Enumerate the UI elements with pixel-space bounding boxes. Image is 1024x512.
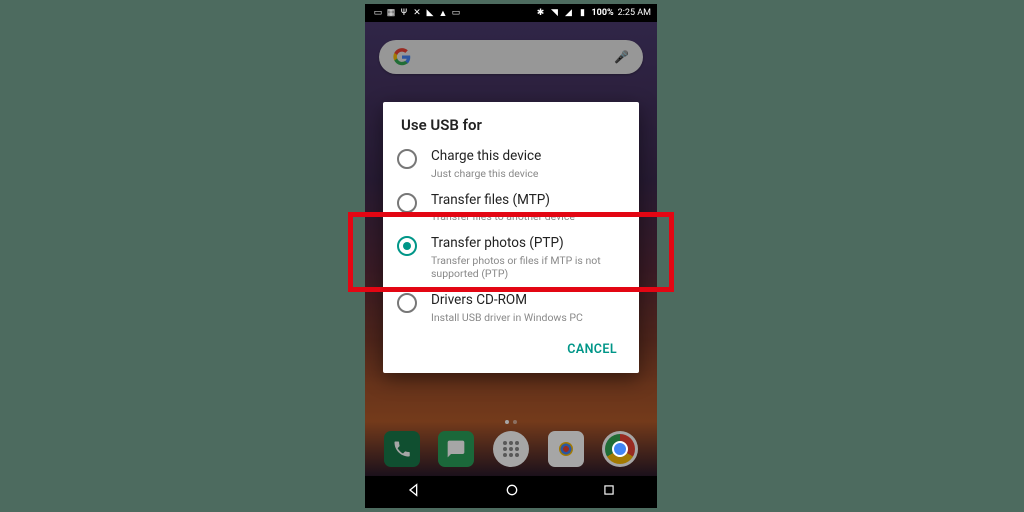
option-label: Charge this device — [431, 148, 541, 166]
option-subtitle: Just charge this device — [431, 167, 541, 180]
back-button[interactable] — [406, 482, 422, 502]
option-label: Drivers CD-ROM — [431, 292, 583, 310]
recents-button[interactable] — [602, 483, 616, 501]
status-bar: ▭ ▦ Ψ ✕ ◣ ▲ ▭ ✱ ◥ ◢ ▮ 100% 2:25 AM — [365, 4, 657, 22]
warning-icon: ▲ — [438, 8, 448, 18]
nav-icon: ◣ — [425, 8, 435, 18]
option-charge[interactable]: Charge this device Just charge this devi… — [383, 142, 639, 186]
option-ptp[interactable]: Transfer photos (PTP) Transfer photos or… — [383, 229, 639, 286]
dialog-actions: CANCEL — [383, 330, 639, 367]
option-subtitle: Transfer photos or files if MTP is not s… — [431, 254, 623, 280]
option-mtp[interactable]: Transfer files (MTP) Transfer files to a… — [383, 186, 639, 230]
radio-icon — [397, 236, 417, 256]
radio-icon — [397, 293, 417, 313]
navigation-bar — [365, 476, 657, 508]
phone-frame: ▭ ▦ Ψ ✕ ◣ ▲ ▭ ✱ ◥ ◢ ▮ 100% 2:25 AM 🎤 — [365, 4, 657, 508]
settings-icon: ✕ — [412, 8, 422, 18]
battery-percent: 100% — [592, 8, 614, 18]
bluetooth-icon: ✱ — [536, 8, 546, 18]
option-cdrom[interactable]: Drivers CD-ROM Install USB driver in Win… — [383, 286, 639, 330]
option-label: Transfer photos (PTP) — [431, 235, 623, 253]
radio-icon — [397, 149, 417, 169]
home-button[interactable] — [504, 482, 520, 502]
radio-icon — [397, 193, 417, 213]
calendar-icon: ▦ — [386, 8, 396, 18]
notification-icon: ▭ — [373, 8, 383, 18]
clock: 2:25 AM — [618, 8, 651, 18]
dialog-title: Use USB for — [383, 116, 639, 142]
signal-icon: ◢ — [564, 8, 574, 18]
option-label: Transfer files (MTP) — [431, 192, 575, 210]
cancel-button[interactable]: CANCEL — [559, 336, 625, 363]
card-icon: ▭ — [451, 8, 461, 18]
option-subtitle: Transfer files to another device — [431, 210, 575, 223]
usb-dialog: Use USB for Charge this device Just char… — [383, 102, 639, 373]
option-subtitle: Install USB driver in Windows PC — [431, 311, 583, 324]
wifi-icon: ◥ — [550, 8, 560, 18]
usb-icon: Ψ — [399, 8, 409, 18]
battery-icon: ▮ — [578, 8, 588, 18]
